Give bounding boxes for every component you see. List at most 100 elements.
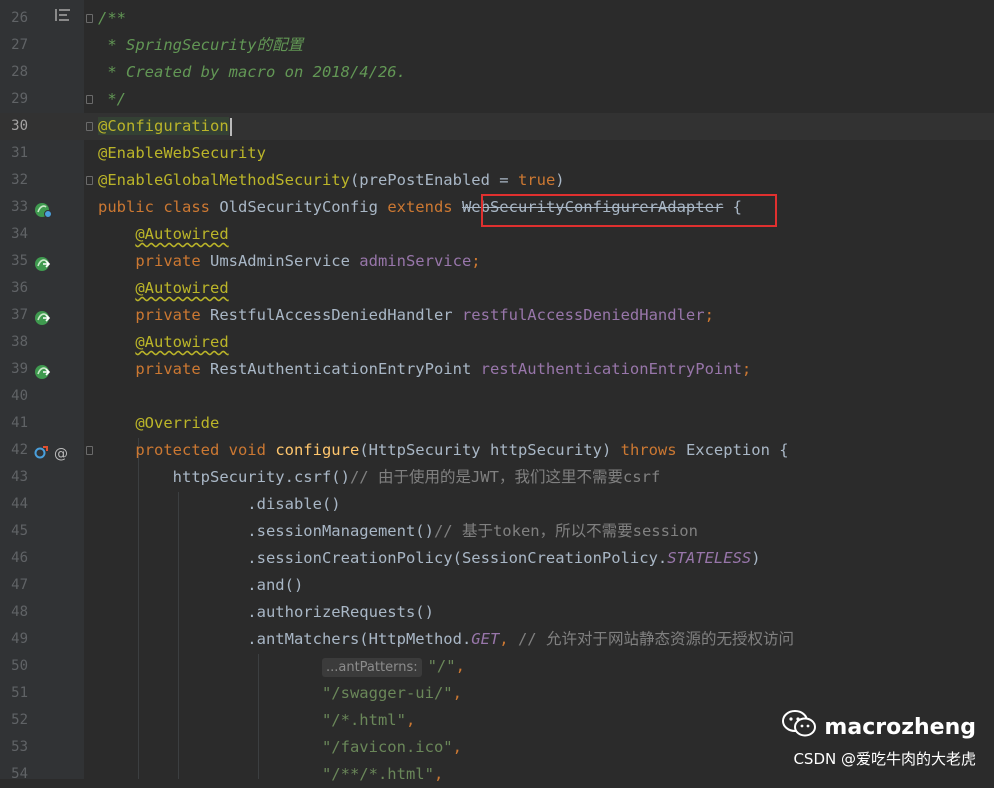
- code-text[interactable]: * SpringSecurity的配置: [98, 32, 303, 59]
- code-line[interactable]: 32 @EnableGlobalMethodSecurity(prePostEna…: [0, 167, 994, 194]
- code-token: // 由于使用的是JWT，我们这里不需要csrf: [349, 468, 661, 486]
- code-line[interactable]: 40: [0, 383, 994, 410]
- code-text[interactable]: .sessionCreationPolicy(SessionCreationPo…: [98, 545, 760, 572]
- code-token: (prePostEnabled =: [349, 171, 518, 189]
- code-token: @Autowired: [135, 333, 229, 351]
- code-line[interactable]: 46 .sessionCreationPolicy(SessionCreatio…: [0, 545, 994, 572]
- code-line[interactable]: 45 .sessionManagement()// 基于token，所以不需要s…: [0, 518, 994, 545]
- code-text[interactable]: ...antPatterns: "/",: [98, 653, 465, 680]
- code-token: "/": [427, 657, 456, 675]
- fold-marker-icon[interactable]: [86, 95, 93, 104]
- fold-marker-icon[interactable]: [86, 122, 93, 131]
- code-line[interactable]: 31 @EnableWebSecurity: [0, 140, 994, 167]
- code-text[interactable]: .authorizeRequests(): [98, 599, 434, 626]
- code-token: "/*.html": [321, 711, 406, 729]
- code-token: ): [555, 171, 565, 189]
- code-token: .sessionCreationPolicy(SessionCreationPo…: [98, 549, 668, 567]
- code-text[interactable]: @Override: [98, 410, 219, 437]
- code-text[interactable]: @Autowired: [98, 275, 228, 302]
- code-token: UmsAdminService: [209, 252, 360, 270]
- code-text[interactable]: * Created by macro on 2018/4/26.: [98, 59, 406, 86]
- code-line[interactable]: 44 .disable(): [0, 491, 994, 518]
- code-text[interactable]: "/favicon.ico",: [98, 734, 462, 761]
- code-line[interactable]: 26 /**: [0, 5, 994, 32]
- code-line[interactable]: 27 * SpringSecurity的配置: [0, 32, 994, 59]
- line-number: 47: [11, 577, 28, 593]
- line-number: 44: [11, 496, 28, 512]
- line-number: 43: [11, 469, 28, 485]
- fold-marker-icon[interactable]: [86, 176, 93, 185]
- line-number: 48: [11, 604, 28, 620]
- bookmark-list-icon[interactable]: [55, 8, 71, 26]
- code-text[interactable]: private RestfulAccessDeniedHandler restf…: [98, 302, 714, 329]
- code-token: configure: [275, 441, 360, 459]
- code-line[interactable]: 47 .and(): [0, 572, 994, 599]
- code-text[interactable]: .and(): [98, 572, 303, 599]
- code-text[interactable]: "/swagger-ui/",: [98, 680, 462, 707]
- code-token: true: [517, 171, 556, 189]
- code-text[interactable]: @EnableGlobalMethodSecurity(prePostEnabl…: [98, 167, 565, 194]
- code-token: */: [98, 90, 126, 108]
- line-number: 26: [11, 10, 28, 26]
- code-token: extends: [387, 198, 462, 216]
- code-text[interactable]: private UmsAdminService adminService;: [98, 248, 481, 275]
- code-token: private: [135, 360, 210, 378]
- code-token: restfulAccessDeniedHandler: [461, 306, 705, 324]
- code-token: ;: [741, 360, 752, 378]
- code-line[interactable]: 41 @Override: [0, 410, 994, 437]
- highlight-box: [481, 194, 777, 227]
- code-text[interactable]: @Autowired: [98, 221, 228, 248]
- code-text[interactable]: .disable(): [98, 491, 340, 518]
- code-text[interactable]: protected void configure(HttpSecurity ht…: [98, 437, 788, 464]
- code-text[interactable]: @EnableWebSecurity: [98, 140, 266, 167]
- code-line[interactable]: 43 httpSecurity.csrf()// 由于使用的是JWT，我们这里不…: [0, 464, 994, 491]
- code-line[interactable]: 49 .antMatchers(HttpMethod.GET, // 允许对于网…: [0, 626, 994, 653]
- code-token: RestAuthenticationEntryPoint: [209, 360, 481, 378]
- code-line[interactable]: 28 * Created by macro on 2018/4/26.: [0, 59, 994, 86]
- code-text[interactable]: @Autowired: [98, 329, 229, 356]
- code-line[interactable]: 39 private RestAuthenticationEntryPoint …: [0, 356, 994, 383]
- line-number: 41: [11, 415, 28, 431]
- code-text[interactable]: "/*.html",: [98, 707, 415, 734]
- code-text[interactable]: /**: [98, 5, 126, 32]
- line-number: 50: [11, 658, 28, 674]
- code-line[interactable]: 42 @ protected void configure(HttpSecurit…: [0, 437, 994, 464]
- code-line[interactable]: 30 @Configuration: [0, 113, 994, 140]
- code-line[interactable]: 37 private RestfulAccessDeniedHandler re…: [0, 302, 994, 329]
- text-caret: [229, 117, 232, 136]
- code-text[interactable]: httpSecurity.csrf()// 由于使用的是JWT，我们这里不需要c…: [98, 464, 661, 491]
- code-line[interactable]: 50 ...antPatterns: "/",: [0, 653, 994, 680]
- code-line[interactable]: 51 "/swagger-ui/",: [0, 680, 994, 707]
- code-text[interactable]: .antMatchers(HttpMethod.GET, // 允许对于网站静态…: [98, 626, 794, 653]
- line-number: 27: [11, 37, 28, 53]
- line-number: 37: [11, 307, 28, 323]
- code-line[interactable]: 38 @Autowired: [0, 329, 994, 356]
- code-text[interactable]: "/**/*.html",: [98, 761, 443, 788]
- code-line[interactable]: 35 private UmsAdminService adminService;: [0, 248, 994, 275]
- code-token: "/swagger-ui/": [321, 684, 453, 702]
- line-number: 39: [11, 361, 28, 377]
- code-token: ;: [471, 252, 481, 270]
- code-token: restAuthenticationEntryPoint: [480, 360, 742, 378]
- line-number: 51: [11, 685, 28, 701]
- code-line[interactable]: 48 .authorizeRequests(): [0, 599, 994, 626]
- code-line[interactable]: 36 @Autowired: [0, 275, 994, 302]
- code-token: "/favicon.ico": [321, 738, 453, 756]
- code-text[interactable]: */: [98, 86, 126, 113]
- code-line[interactable]: 29 */: [0, 86, 994, 113]
- line-number: 32: [11, 172, 28, 188]
- fold-marker-icon[interactable]: [86, 446, 93, 455]
- code-token: @Configuration: [98, 117, 229, 135]
- fold-marker-icon[interactable]: [86, 14, 93, 23]
- line-number: 28: [11, 64, 28, 80]
- code-text[interactable]: private RestAuthenticationEntryPoint res…: [98, 356, 751, 383]
- svg-text:@: @: [54, 446, 68, 461]
- code-text[interactable]: @Configuration: [98, 113, 232, 140]
- line-number: 31: [11, 145, 28, 161]
- code-token: ,: [452, 684, 462, 702]
- code-text[interactable]: .sessionManagement()// 基于token，所以不需要sess…: [98, 518, 698, 545]
